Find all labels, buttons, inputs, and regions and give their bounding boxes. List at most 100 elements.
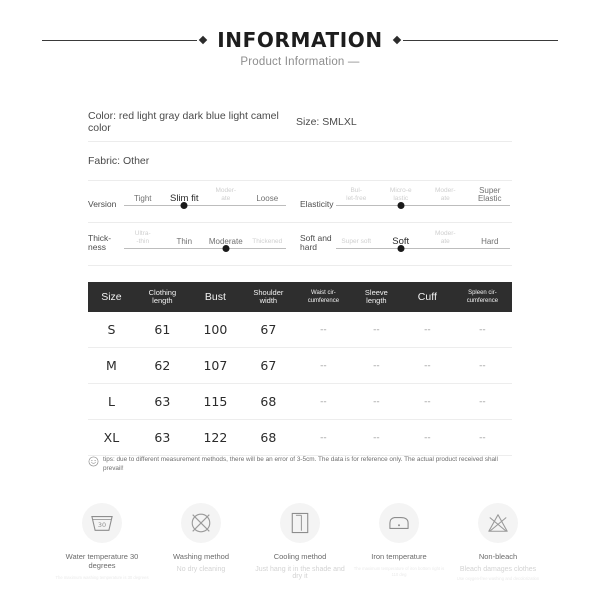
table-row: M 62 107 67 -- -- -- -- xyxy=(88,347,512,384)
care-title: Washing method xyxy=(172,552,229,561)
slider-handle[interactable] xyxy=(180,201,188,209)
tips-text: tips: due to different measurement metho… xyxy=(103,456,498,472)
table-header-cell: Sleeve length xyxy=(350,282,402,312)
care-sub: Bleach damages clothes xyxy=(459,566,537,573)
table-row: S 61 100 67 -- -- -- -- xyxy=(88,312,512,348)
table-cell: 67 xyxy=(240,312,296,348)
table-cell: -- xyxy=(401,419,453,456)
table-cell: 63 xyxy=(134,383,190,420)
slider-tick: Ultra- -thin xyxy=(134,229,151,245)
care-icon-wrapper: 30 xyxy=(82,503,122,543)
fabric-value: Fabric: Other xyxy=(88,155,150,167)
attribute-row-1: Version Tight Slim fit Moder- ate Loose … xyxy=(88,180,512,223)
table-cell: -- xyxy=(295,383,351,420)
color-value: Color: red light gray dark blue light ca… xyxy=(88,110,279,134)
header-rule-right xyxy=(402,39,558,41)
no-dry-clean-icon xyxy=(191,513,211,533)
soft-hard-slider[interactable]: Super soft Soft Moder- ate Hard xyxy=(334,229,512,253)
version-slider[interactable]: Tight Slim fit Moder- ate Loose xyxy=(122,186,288,210)
table-header-cell: Clothing length xyxy=(134,282,190,312)
attribute-sliders: Version Tight Slim fit Moder- ate Loose … xyxy=(88,180,512,266)
table-cell-size: S xyxy=(88,312,135,348)
slider-tick: Super soft xyxy=(341,237,372,245)
care-item-washing-method: Washing method No dry cleaning xyxy=(154,503,248,583)
table-cell: -- xyxy=(401,347,453,384)
attribute-label: Soft and hard xyxy=(300,232,332,252)
care-sub: Just hang it in the shade and dry it xyxy=(255,566,345,580)
slider-handle[interactable] xyxy=(397,244,405,252)
table-cell: -- xyxy=(350,419,402,456)
care-title: Iron temperature xyxy=(371,552,427,561)
table-header-cell: Size xyxy=(88,282,135,312)
table-cell: 107 xyxy=(189,347,241,384)
table-header-cell: Spleen cir- cumference xyxy=(452,282,512,312)
table-cell-size: L xyxy=(88,383,135,420)
header-rule-left xyxy=(42,39,198,41)
care-icon-wrapper xyxy=(181,503,221,543)
table-header-cell: Bust xyxy=(189,282,241,312)
thickness-slider[interactable]: Ultra- -thin Thin Moderate Thickened xyxy=(122,229,288,253)
table-cell: 100 xyxy=(189,312,241,348)
care-title: Non-bleach xyxy=(478,552,518,561)
care-title: Cooling method xyxy=(273,552,327,561)
care-item-water-temperature: 30 Water temperature 30 degrees The maxi… xyxy=(55,503,149,583)
care-sub: No dry cleaning xyxy=(176,566,226,573)
elasticity-slider[interactable]: Bul- let-free Micro-e lastic Moder- ate … xyxy=(334,186,512,210)
table-cell: -- xyxy=(452,312,512,348)
attribute-soft-and-hard: Soft and hard Super soft Soft Moder- ate… xyxy=(300,229,512,260)
table-cell: 67 xyxy=(240,347,296,384)
care-item-iron-temperature: Iron temperature The maximum temperature… xyxy=(352,503,446,583)
tips-note: tips: due to different measurement metho… xyxy=(88,455,512,473)
slider-tick: Super Elastic xyxy=(477,185,502,203)
care-icon-wrapper xyxy=(379,503,419,543)
table-cell: 115 xyxy=(189,383,241,420)
table-cell: -- xyxy=(452,347,512,384)
table-cell: -- xyxy=(295,347,351,384)
page-header: INFORMATION Product Information — xyxy=(0,30,600,68)
slider-track xyxy=(124,247,286,249)
table-header-row: Size Clothing length Bust Shoulder width… xyxy=(88,282,512,312)
smiley-tips-icon xyxy=(88,456,99,467)
slider-tick: Bul- let-free xyxy=(346,186,367,202)
slider-track xyxy=(336,204,510,206)
size-value: Size: SMLXL xyxy=(296,116,357,128)
slider-tick: Tight xyxy=(134,193,152,203)
table-cell: -- xyxy=(401,383,453,420)
diamond-marker-left xyxy=(199,35,208,45)
slider-tick: Thickened xyxy=(252,237,283,245)
iron-icon xyxy=(389,517,409,529)
table-cell-size: M xyxy=(88,347,135,384)
size-chart-table: Size Clothing length Bust Shoulder width… xyxy=(88,282,512,456)
table-header-cell: Shoulder width xyxy=(240,282,296,312)
attribute-label: Elasticity xyxy=(300,198,334,209)
svg-text:30: 30 xyxy=(98,521,106,529)
table-header-cell: Cuff xyxy=(401,282,453,312)
table-cell: -- xyxy=(452,383,512,420)
attribute-label: Version xyxy=(88,198,117,209)
slider-tick: Thin xyxy=(176,236,193,246)
care-item-non-bleach: Non-bleach Bleach damages clothes Use ox… xyxy=(451,503,545,583)
slider-handle[interactable] xyxy=(222,244,230,252)
slider-tick: Loose xyxy=(256,193,279,203)
slider-tick: Hard xyxy=(481,236,499,246)
table-cell: -- xyxy=(350,347,402,384)
table-cell: -- xyxy=(295,419,351,456)
table-cell: 61 xyxy=(134,312,190,348)
table-cell: 122 xyxy=(189,419,241,456)
care-sub2: The maximum washing temperature is 30 de… xyxy=(55,575,149,580)
page-title: INFORMATION xyxy=(217,28,383,52)
slider-track xyxy=(336,247,510,249)
table-cell: 63 xyxy=(134,419,190,456)
page-subtitle: Product Information — xyxy=(240,56,360,68)
slider-handle[interactable] xyxy=(397,201,405,209)
info-row-color-size: Color: red light gray dark blue light ca… xyxy=(88,103,512,142)
table-cell: -- xyxy=(452,419,512,456)
table-cell: -- xyxy=(350,312,402,348)
attribute-thickness: Thick- ness Ultra- -thin Thin Moderate T… xyxy=(88,229,300,260)
care-icon-wrapper xyxy=(478,503,518,543)
attribute-version: Version Tight Slim fit Moder- ate Loose xyxy=(88,186,300,217)
table-cell: -- xyxy=(350,383,402,420)
slider-tick: Moder- ate xyxy=(434,186,456,202)
table-row: L 63 115 68 -- -- -- -- xyxy=(88,383,512,420)
care-instructions: 30 Water temperature 30 degrees The maxi… xyxy=(55,503,545,583)
